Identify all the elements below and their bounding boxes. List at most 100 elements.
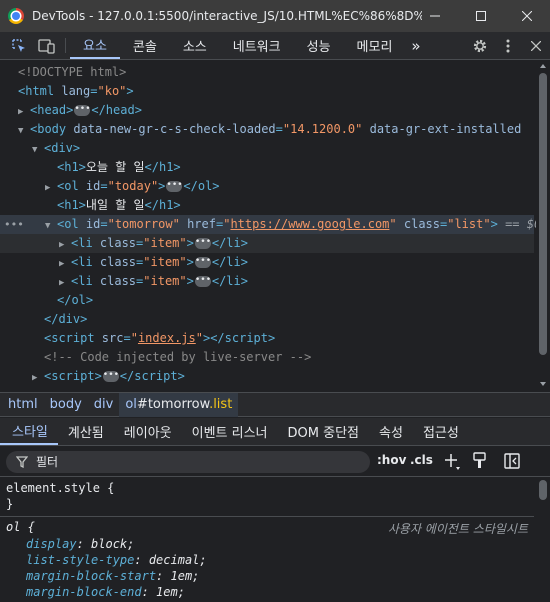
close-button[interactable] xyxy=(504,0,550,32)
html-attr-name: lang xyxy=(61,84,91,98)
scroll-down-icon xyxy=(540,382,546,386)
dom-node-li[interactable]: ▶ <li class="item">•••</li> xyxy=(0,234,534,253)
dom-node-li[interactable]: ▶ <li class="item">•••</li> xyxy=(0,253,534,272)
dom-node-html[interactable]: <html lang="ko"> xyxy=(0,82,534,101)
ellipsis-icon[interactable]: ••• xyxy=(166,181,183,192)
ellipsis-icon[interactable]: ••• xyxy=(194,238,211,249)
li-class-value: "item" xyxy=(143,274,187,288)
tab-properties[interactable]: 속성 xyxy=(369,418,413,445)
dom-node-comment[interactable]: <!-- Code injected by live-server --> xyxy=(0,348,534,367)
scrollbar-thumb[interactable] xyxy=(539,73,547,355)
settings-button[interactable] xyxy=(466,32,494,60)
body-attr1-name: data-new-gr-c-s-check-loaded xyxy=(73,122,276,136)
minimize-icon xyxy=(430,15,440,17)
more-tabs-button[interactable]: » xyxy=(405,32,426,59)
more-options-button[interactable] xyxy=(494,32,522,60)
close-icon xyxy=(522,11,532,21)
breadcrumb-active-class: .list xyxy=(209,396,233,412)
breadcrumb-html[interactable]: html xyxy=(0,393,44,417)
breadcrumb-body[interactable]: body xyxy=(44,393,88,417)
css-declaration[interactable]: display: block; xyxy=(26,537,134,551)
expand-arrow-icon[interactable]: ▶ xyxy=(32,369,44,388)
css-declaration[interactable]: margin-block-end: 1em; xyxy=(26,585,185,599)
tab-computed[interactable]: 계산됨 xyxy=(58,418,114,445)
ol-today-id-value: "today" xyxy=(107,179,159,193)
css-property: margin-block-end xyxy=(26,585,142,599)
ol-tomorrow-class-value: "list" xyxy=(447,217,491,231)
dom-node-ol-today[interactable]: ▶ <ol id="today">•••</ol> xyxy=(0,177,534,196)
css-declaration[interactable]: list-style-type: decimal; xyxy=(26,553,207,567)
chrome-logo-icon xyxy=(8,8,24,24)
user-agent-stylesheet-label: 사용자 에이전트 스타일시트 xyxy=(387,522,528,536)
dom-node-div-close[interactable]: </div> xyxy=(0,310,534,329)
node-actions-icon[interactable]: ••• xyxy=(4,215,24,234)
dom-node-script[interactable]: ▶ <script>•••</script> xyxy=(0,367,534,386)
h1-text: 내일 할 일 xyxy=(85,198,145,212)
minimize-button[interactable] xyxy=(412,0,458,32)
comment-text: <!-- Code injected by live-server --> xyxy=(44,350,312,364)
breadcrumb-div[interactable]: div xyxy=(88,393,120,417)
ol-tomorrow-href-link[interactable]: https://www.google.com xyxy=(230,217,389,231)
script-src-link[interactable]: index.js xyxy=(138,331,196,345)
body-attr2-name: data-gr-ext-installed xyxy=(369,122,522,136)
tab-styles[interactable]: 스타일 xyxy=(0,418,58,445)
maximize-button[interactable] xyxy=(458,0,504,32)
ol-rule-selector[interactable]: ol { xyxy=(6,520,35,534)
hover-state-button[interactable]: :hov xyxy=(377,453,406,467)
tab-network[interactable]: 네트워크 xyxy=(220,32,294,59)
dom-node-head[interactable]: ▶ <head>•••</head> xyxy=(0,101,534,120)
close-devtools-button[interactable] xyxy=(522,32,550,60)
styles-filter-bar: :hov .cls xyxy=(0,447,550,477)
breadcrumb-ol-active[interactable]: ol#tomorrow.list xyxy=(119,392,239,417)
dom-node-doctype[interactable]: <!DOCTYPE html> xyxy=(0,63,534,82)
tab-dom-breakpoints[interactable]: DOM 중단점 xyxy=(278,418,369,445)
paint-brush-icon[interactable] xyxy=(472,452,488,470)
tab-sources[interactable]: 소스 xyxy=(170,32,220,59)
tab-memory[interactable]: 메모리 xyxy=(344,32,406,59)
body-attr1-value: "14.1200.0" xyxy=(282,122,363,136)
filter-input[interactable] xyxy=(36,455,356,469)
element-style-selector[interactable]: element.style { xyxy=(6,481,114,495)
dom-node-script[interactable]: <script src="index.js"></script> xyxy=(0,329,534,348)
ellipsis-icon[interactable]: ••• xyxy=(194,257,211,268)
tab-elements[interactable]: 요소 xyxy=(70,32,120,59)
dom-node-ol-close[interactable]: </ol> xyxy=(0,291,534,310)
styles-scrollbar[interactable] xyxy=(536,478,550,602)
dom-node-li[interactable]: ▶ <li class="item">•••</li> xyxy=(0,272,534,291)
ellipsis-icon[interactable]: ••• xyxy=(74,105,91,116)
rule-divider xyxy=(0,516,534,517)
tab-performance[interactable]: 성능 xyxy=(294,32,344,59)
toolbar-divider xyxy=(65,38,66,53)
ellipsis-icon[interactable]: ••• xyxy=(102,371,119,382)
element-style-close: } xyxy=(6,497,14,511)
window-title: DevTools - 127.0.0.1:5500/interactive_JS… xyxy=(32,9,422,23)
css-declaration[interactable]: margin-block-start: 1em; xyxy=(26,569,199,583)
breadcrumb-active-tag: ol xyxy=(125,396,137,412)
ellipsis-icon[interactable]: ••• xyxy=(194,276,211,287)
dom-node-body[interactable]: ▼ <body data-new-gr-c-s-check-loaded="14.… xyxy=(0,120,534,139)
dom-node-div[interactable]: ▼ <div> xyxy=(0,139,534,158)
breadcrumb-active-id: #tomorrow xyxy=(136,396,210,412)
dom-node-ol-tomorrow[interactable]: ••• ▼ <ol id="tomorrow" href="https://www… xyxy=(0,215,541,234)
sidebar-toggle-icon[interactable] xyxy=(504,453,520,469)
dom-node-h1[interactable]: <h1>오늘 할 일</h1> xyxy=(0,158,534,177)
scrollbar-thumb[interactable] xyxy=(539,480,547,500)
elements-scrollbar[interactable] xyxy=(536,61,550,391)
tab-accessibility[interactable]: 접근성 xyxy=(413,418,469,445)
device-toolbar-button[interactable] xyxy=(33,32,61,60)
class-toggle-button[interactable]: .cls xyxy=(410,453,433,467)
breadcrumb: html body div ol#tomorrow.list xyxy=(0,392,550,417)
device-icon xyxy=(38,39,55,54)
tab-console[interactable]: 콘솔 xyxy=(120,32,170,59)
styles-pane: element.style { } ol { 사용자 에이전트 스타일시트 di… xyxy=(0,478,550,602)
new-style-rule-icon[interactable] xyxy=(444,453,462,471)
filter-box[interactable] xyxy=(6,451,370,473)
dom-node-h1[interactable]: <h1>내일 할 일</h1> xyxy=(0,196,534,215)
tab-event-listeners[interactable]: 이벤트 리스너 xyxy=(182,418,278,445)
title-bar: DevTools - 127.0.0.1:5500/interactive_JS… xyxy=(0,0,550,32)
css-value: 1em; xyxy=(156,585,185,599)
inspect-element-button[interactable] xyxy=(5,32,33,60)
tab-layout[interactable]: 레이아웃 xyxy=(114,418,182,445)
scroll-up-icon xyxy=(540,64,546,68)
gear-icon xyxy=(473,39,487,53)
